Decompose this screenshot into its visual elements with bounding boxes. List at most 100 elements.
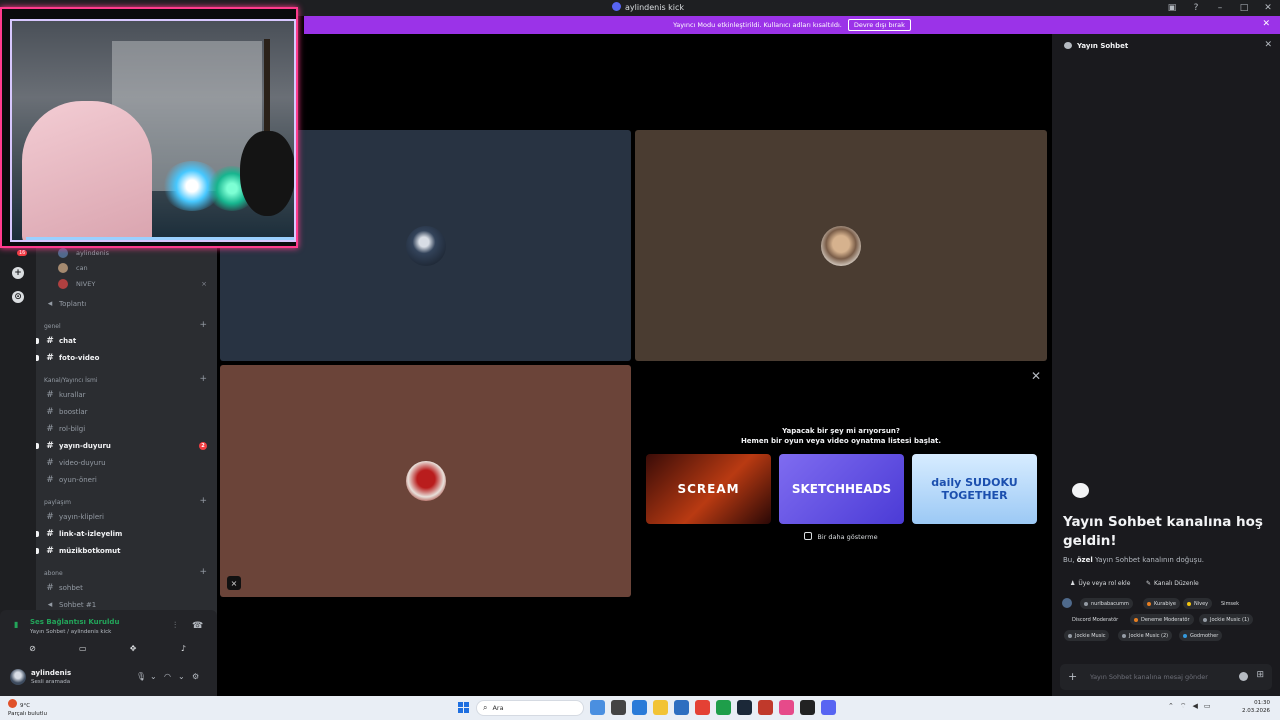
message-input[interactable] [1090, 670, 1230, 684]
role-chip[interactable]: Kurabiye [1143, 598, 1180, 609]
app-icon[interactable] [800, 700, 815, 715]
channel-foto-video[interactable]: # foto-video [36, 350, 217, 365]
category-paylasim[interactable]: paylaşım [44, 499, 71, 506]
role-dot [1134, 617, 1138, 622]
role-chip[interactable]: Deneme Moderatör [1130, 614, 1194, 625]
game-app-icon[interactable] [758, 700, 773, 715]
voice-user[interactable]: aylindenis [36, 248, 217, 260]
voice-user[interactable]: NIVEY ⨯ [36, 276, 217, 291]
close-icon[interactable]: ✕ [1031, 369, 1041, 383]
channel-muzikbotkomut[interactable]: # müzikbotkomut [36, 543, 217, 558]
channel-sohbet[interactable]: # sohbet [36, 580, 217, 595]
store-app-icon[interactable] [674, 700, 689, 715]
role-label: Simsek [1221, 600, 1240, 607]
game-card-sketchheads[interactable]: SKETCHHEADS [779, 454, 904, 524]
battery-icon[interactable]: ▭ [1204, 702, 1211, 711]
channel-video-duyuru[interactable]: # video-duyuru [36, 455, 217, 470]
discover-icon[interactable]: ⊙ [12, 291, 24, 303]
role-chip[interactable]: Jockie Music [1064, 630, 1110, 641]
banner-close-icon[interactable]: ✕ [1262, 19, 1270, 29]
channel-kurallar[interactable]: # kurallar [36, 387, 217, 402]
channel-boostlar[interactable]: # boostlar [36, 404, 217, 419]
edit-channel-button[interactable]: ✎ Kanalı Düzenle [1146, 576, 1199, 590]
channel-oyun-oneri[interactable]: # oyun-öneri [36, 472, 217, 487]
add-channel-icon[interactable]: + [199, 320, 207, 330]
minimize-button[interactable]: – [1208, 0, 1232, 16]
channel-yayin-duyuru[interactable]: # yayın-duyuru 2 [36, 438, 217, 453]
maximize-button[interactable]: □ [1232, 0, 1256, 16]
voice-location[interactable]: Yayın Sohbet / aylindenis kick [30, 629, 111, 635]
hash-icon: # [46, 440, 54, 451]
chevron-down-icon[interactable]: ⌄ [178, 672, 185, 681]
channel-link-at-izleyelim[interactable]: # link-at-izleyelim [36, 526, 217, 541]
close-icon[interactable]: ✕ [1264, 40, 1272, 50]
discord-app-icon[interactable] [821, 700, 836, 715]
hash-icon: # [46, 457, 54, 468]
add-channel-icon[interactable]: + [199, 567, 207, 577]
file-explorer-icon[interactable] [653, 700, 668, 715]
role-chip[interactable]: Jockie Music (1) [1199, 614, 1254, 625]
role-chip[interactable]: Jockie Music (2) [1118, 630, 1173, 641]
add-channel-icon[interactable]: + [199, 496, 207, 506]
disconnect-icon[interactable]: ☎ [192, 621, 203, 631]
add-member-button[interactable]: ♟ Üye veya rol ekle [1070, 576, 1130, 590]
add-attachment-icon[interactable]: + [1068, 670, 1077, 683]
channel-yayin-klipleri[interactable]: # yayın-klipleri [36, 509, 217, 524]
unread-indicator [36, 531, 39, 537]
chevron-up-icon[interactable]: ⌃ [1168, 702, 1174, 711]
channel-rol-bilgi[interactable]: # rol-bilgi [36, 421, 217, 436]
volume-icon[interactable]: ◀ [1192, 702, 1197, 711]
category-kanal[interactable]: Kanal/Yayıncı İsmi [44, 377, 98, 384]
category-abone[interactable]: abone [44, 570, 63, 577]
role-chip[interactable]: Godmother [1179, 630, 1223, 641]
role-chip[interactable]: nurlbabacumm [1080, 598, 1133, 609]
taskbar-search[interactable]: ⌕ Ara [476, 700, 584, 716]
checkbox[interactable] [804, 532, 813, 540]
windows-start-icon[interactable] [458, 702, 469, 713]
widgets-app-icon[interactable] [590, 700, 605, 715]
clock[interactable]: 01:30 2.03.2026 [1242, 699, 1270, 715]
network-icon[interactable]: ⌔ [1180, 702, 1187, 711]
participant-tile[interactable] [635, 130, 1047, 361]
emoji-icon[interactable] [1239, 672, 1248, 681]
xbox-app-icon[interactable] [716, 700, 731, 715]
app-icon[interactable] [779, 700, 794, 715]
close-window-button[interactable]: ✕ [1256, 0, 1280, 16]
disable-streamer-mode-button[interactable]: Devre dışı bırak [847, 19, 911, 31]
activities-button[interactable]: ✥ [111, 641, 156, 656]
channel-chat[interactable]: # chat [36, 333, 217, 348]
microphone-icon[interactable]: 🎙 [136, 672, 146, 681]
soundboard-button[interactable]: ♪ [161, 641, 206, 656]
apps-icon[interactable]: ⊞ [1256, 670, 1264, 680]
chrome-app-icon[interactable] [695, 700, 710, 715]
chair-shape [22, 101, 152, 240]
help-icon[interactable]: ? [1184, 0, 1208, 16]
camera-off-button[interactable]: ⊘ [10, 641, 55, 656]
notification-badge: 16 [17, 250, 28, 256]
headphones-icon[interactable]: ◠ [164, 672, 171, 681]
voice-user[interactable]: can [36, 260, 217, 275]
screen-share-button[interactable]: ▭ [60, 641, 105, 656]
settings-gear-icon[interactable]: ⚙ [192, 672, 199, 681]
avatar[interactable] [10, 669, 26, 685]
game-card-scream[interactable]: SCREAM [646, 454, 771, 524]
role-chip[interactable]: Discord Moderatör [1068, 614, 1122, 625]
role-chip[interactable]: Nivey [1183, 598, 1213, 609]
inbox-icon[interactable]: ▣ [1160, 0, 1184, 16]
noise-suppression-icon[interactable]: ⫶ [174, 621, 176, 631]
participant-tile[interactable]: ⨯ [220, 365, 631, 597]
app-icon[interactable] [611, 700, 626, 715]
weather-widget[interactable]: 9°C Parçalı bulutlu [8, 699, 47, 718]
game-card-sudoku[interactable]: daily SUDOKU TOGETHER [912, 454, 1037, 524]
role-chip[interactable]: Simsek [1217, 598, 1243, 609]
voice-actions: ⊘ ▭ ✥ ♪ [10, 641, 206, 656]
dont-show-again[interactable]: Bir daha gösterme [635, 532, 1047, 541]
edge-app-icon[interactable] [632, 700, 647, 715]
add-server-icon[interactable]: + [12, 267, 24, 279]
channel-label: sohbet [59, 583, 83, 592]
add-channel-icon[interactable]: + [199, 374, 207, 384]
category-genel[interactable]: genel [44, 323, 61, 330]
voice-channel-meeting[interactable]: ◂ Toplantı [36, 296, 217, 311]
chevron-down-icon[interactable]: ⌄ [150, 672, 157, 681]
steam-app-icon[interactable] [737, 700, 752, 715]
